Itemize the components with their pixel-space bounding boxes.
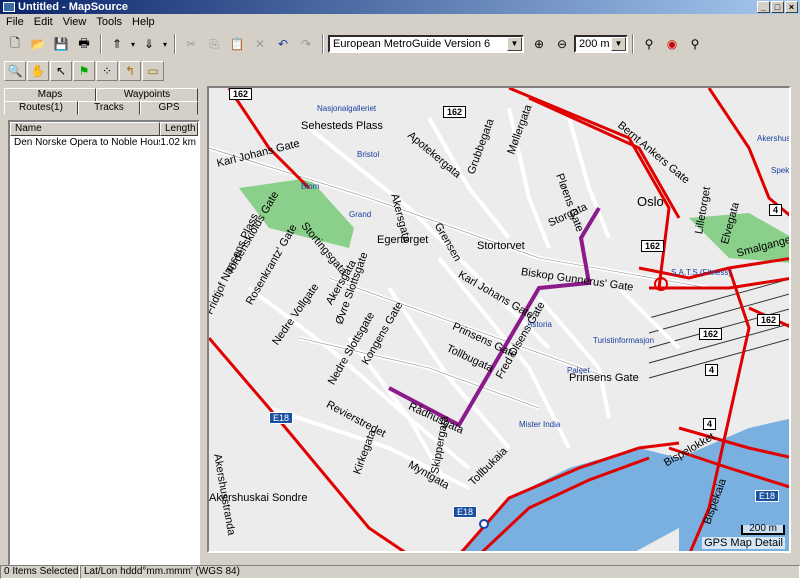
data-panel: Maps Waypoints Routes(1) Tracks GPS Name… [4, 86, 202, 566]
paste-icon[interactable]: 📋 [226, 34, 248, 54]
poi-label: S.A.T.S (Fitness) [671, 268, 732, 277]
route-name: Den Norske Opera to Noble House [14, 137, 160, 148]
road-shield: 162 [229, 88, 253, 100]
redo-icon[interactable]: ↷ [295, 34, 317, 54]
road-shield: 162 [699, 328, 723, 340]
poi-label: Bristol [357, 150, 380, 159]
status-bar: 0 Items Selected Lat/Lon hddd°mm.mmm' (W… [0, 565, 800, 579]
menu-view[interactable]: View [59, 16, 93, 28]
save-disk-icon[interactable]: 💾 [50, 34, 72, 54]
map-product-select[interactable]: European MetroGuide Version 6 ▼ [328, 35, 524, 53]
find-places-icon[interactable]: ◉ [661, 34, 683, 54]
column-header-name[interactable]: Name [10, 122, 160, 136]
toolbar-separator [100, 34, 102, 54]
poi-label: Blom [301, 182, 320, 191]
menu-bar: File Edit View Tools Help [0, 14, 800, 29]
road-shield: 4 [769, 204, 783, 216]
track-tool-icon[interactable]: ↰ [119, 61, 141, 81]
ferry-terminal [479, 519, 489, 529]
road-shield: 162 [443, 106, 467, 118]
list-item[interactable]: Den Norske Opera to Noble House 1.02 km [10, 136, 198, 150]
maximize-button[interactable]: □ [771, 1, 784, 13]
title-bar: Untitled - MapSource _ □ × [0, 0, 800, 14]
status-position-format: Lat/Lon hddd°mm.mmm' (WGS 84) [80, 565, 800, 579]
map-scale: 200 m [741, 524, 785, 535]
toolbar-separator [322, 34, 324, 54]
zoom-level-select[interactable]: 200 m ▼ [574, 35, 628, 53]
delete-icon[interactable]: ✕ [249, 34, 271, 54]
poi-label: Grand [349, 210, 372, 219]
poi-label: Spektr [771, 166, 790, 175]
road-shield: 162 [641, 240, 665, 252]
column-header-length[interactable]: Length [160, 122, 198, 136]
poi-label: Turistinformasjon [593, 336, 655, 345]
street-label: Sehesteds Plass [301, 120, 383, 132]
route-shield: E18 [269, 412, 294, 424]
window-title: Untitled - MapSource [18, 1, 129, 13]
chevron-down-icon[interactable]: ▼ [507, 37, 522, 51]
zoom-tool-icon[interactable]: 🔍 [4, 61, 26, 81]
street-label: Egertorget [377, 234, 429, 246]
route-shield: E18 [453, 506, 478, 518]
toolbar-separator [174, 34, 176, 54]
new-file-icon[interactable]: 🗋 [4, 34, 26, 54]
send-dropdown-icon[interactable]: ▾ [129, 34, 137, 54]
street-label: Stortorvet [477, 240, 525, 252]
route-length: 1.02 km [160, 137, 196, 148]
selection-arrow-tool-icon[interactable]: ↖ [50, 61, 72, 81]
poi-label: Nasjonalgalleriet [317, 104, 377, 113]
chevron-down-icon[interactable]: ▼ [611, 37, 626, 51]
city-label: Oslo [637, 194, 664, 209]
routes-list[interactable]: Name Length Den Norske Opera to Noble Ho… [8, 120, 200, 566]
hand-pan-tool-icon[interactable]: ✋ [27, 61, 49, 81]
cut-icon[interactable]: ✂ [180, 34, 202, 54]
mapsource-app-icon [3, 2, 15, 12]
map-view[interactable]: Oslo Karl Johans Gate Sehesteds Plass Ap… [207, 86, 791, 553]
map-product-value: European MetroGuide Version 6 [333, 38, 491, 50]
find-nearest-icon[interactable]: ⚲ [684, 34, 706, 54]
menu-edit[interactable]: Edit [30, 16, 59, 28]
route-shield: E18 [755, 490, 780, 502]
menu-help[interactable]: Help [128, 16, 161, 28]
receive-dropdown-icon[interactable]: ▾ [161, 34, 169, 54]
waypoint-flag-tool-icon[interactable]: ⚑ [73, 61, 95, 81]
status-selection: 0 Items Selected [0, 565, 80, 579]
zoom-out-icon[interactable]: ⊖ [551, 34, 573, 54]
road-shield: 4 [705, 364, 719, 376]
receive-from-device-icon[interactable]: ⇓ [138, 34, 160, 54]
open-folder-icon[interactable]: 📂 [27, 34, 49, 54]
zoom-level-value: 200 m [579, 38, 610, 50]
map-detail-label: GPS Map Detail [702, 537, 785, 549]
tools-toolbar: 🔍 ✋ ↖ ⚑ ⁘ ↰ ▭ [0, 58, 800, 84]
menu-file[interactable]: File [2, 16, 30, 28]
send-to-device-icon[interactable]: ⇑ [106, 34, 128, 54]
undo-icon[interactable]: ↶ [272, 34, 294, 54]
tab-maps[interactable]: Maps [4, 88, 96, 102]
find-binoculars-icon[interactable]: ⚲ [638, 34, 660, 54]
tab-routes[interactable]: Routes(1) [4, 101, 78, 115]
poi-label: Akershus [757, 134, 791, 143]
menu-tools[interactable]: Tools [92, 16, 128, 28]
distance-ruler-tool-icon[interactable]: ▭ [142, 61, 164, 81]
street-label: Akershuskai Sondre [209, 492, 308, 504]
minimize-button[interactable]: _ [757, 1, 770, 13]
poi-label: Mister India [519, 420, 561, 429]
copy-icon[interactable]: ⎘ [203, 34, 225, 54]
print-icon[interactable]: 🖶 [73, 34, 95, 54]
main-toolbar: 🗋 📂 💾 🖶 ⇑ ▾ ⇓ ▾ ✂ ⎘ 📋 ✕ ↶ ↷ European Met… [0, 31, 800, 57]
toolbar-separator [632, 34, 634, 54]
zoom-in-icon[interactable]: ⊕ [528, 34, 550, 54]
poi-label: Astoria [527, 320, 552, 329]
tab-waypoints[interactable]: Waypoints [96, 88, 198, 102]
tab-tracks[interactable]: Tracks [78, 101, 140, 115]
poi-label: Paleet [567, 366, 590, 375]
road-shield: 4 [703, 418, 717, 430]
route-tool-icon[interactable]: ⁘ [96, 61, 118, 81]
road-shield: 162 [757, 314, 781, 326]
close-button[interactable]: × [785, 1, 798, 13]
tab-gps[interactable]: GPS [140, 101, 198, 115]
